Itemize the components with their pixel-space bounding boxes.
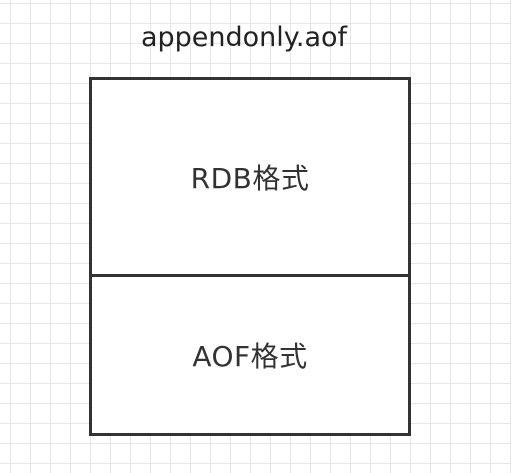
file-name-title: appendonly.aof (140, 22, 348, 53)
rdb-section-label: RDB格式 (190, 162, 310, 195)
aof-section-box: AOF格式 (89, 274, 411, 436)
rdb-section-box: RDB格式 (89, 77, 411, 277)
aof-section-label: AOF格式 (192, 340, 308, 373)
